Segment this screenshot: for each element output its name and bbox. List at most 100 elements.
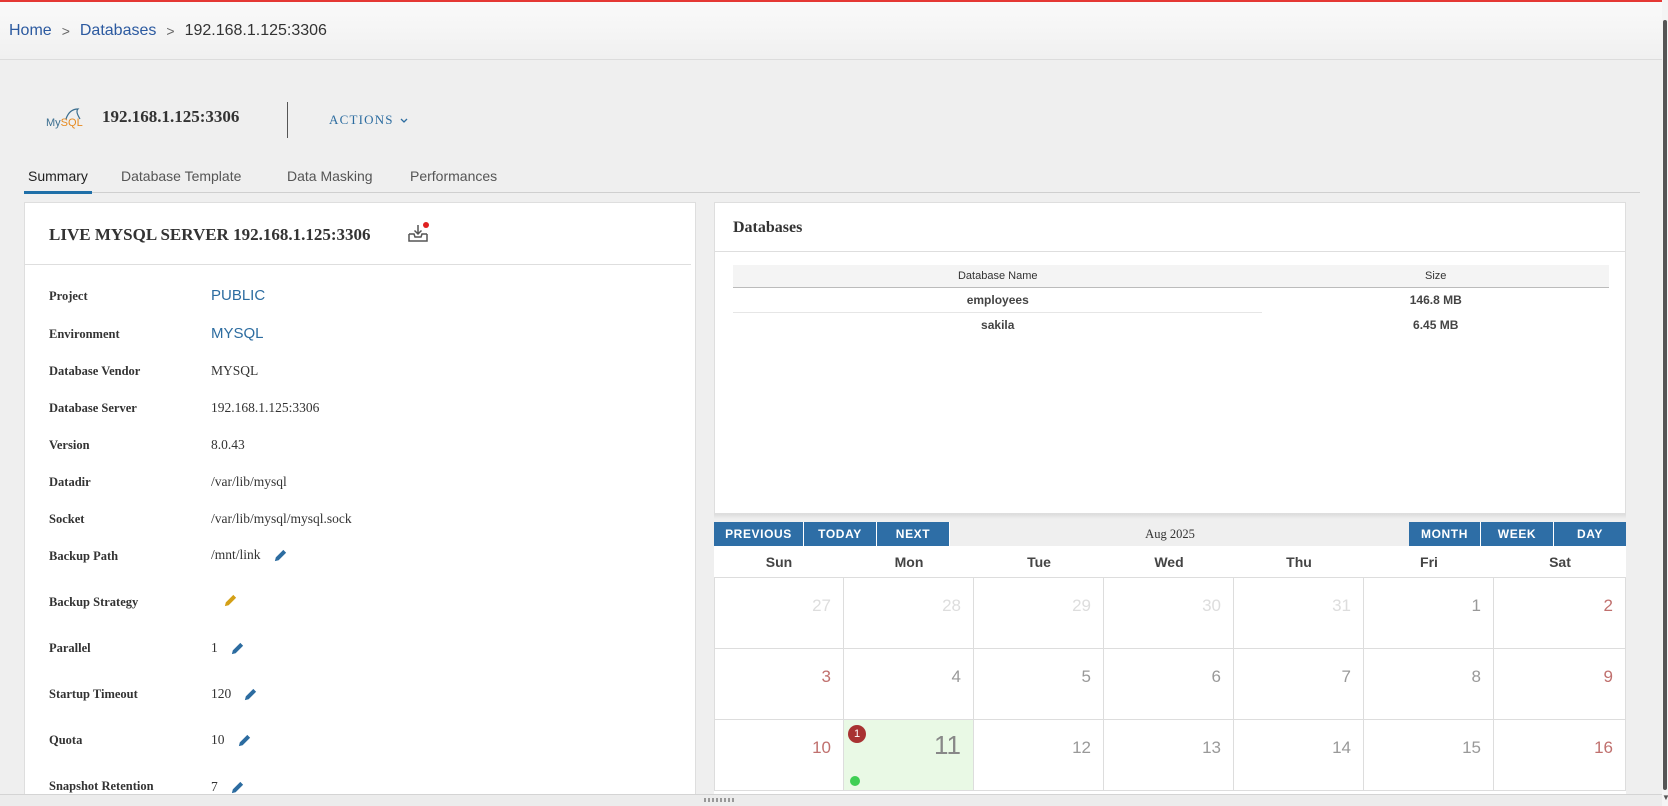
environment-link[interactable]: MYSQL xyxy=(211,325,264,342)
calendar-day-cell[interactable]: 2 xyxy=(1494,578,1626,649)
breadcrumb: Home > Databases > 192.168.1.125:3306 xyxy=(0,2,1662,60)
day-of-week-header: Sat xyxy=(1494,546,1626,578)
calendar-today-cell[interactable]: 1 11 xyxy=(844,720,974,791)
table-header-row: Database Name Size xyxy=(733,265,1609,288)
backup-path-value: /mnt/link xyxy=(211,547,261,562)
calendar-day-cell[interactable]: 31 xyxy=(1234,578,1364,649)
actions-label: ACTIONS xyxy=(329,112,394,127)
day-of-week-header: Fri xyxy=(1364,546,1494,578)
tab-summary[interactable]: Summary xyxy=(24,168,92,194)
quota-row: 10 xyxy=(211,732,252,748)
socket-label: Socket xyxy=(49,512,85,526)
snapshot-retention-value: 7 xyxy=(211,779,218,794)
server-title: 192.168.1.125:3306 xyxy=(102,107,240,126)
calendar-day-cell[interactable]: 12 xyxy=(974,720,1104,791)
breadcrumb-home-link[interactable]: Home xyxy=(9,22,52,40)
tab-data-masking[interactable]: Data Masking xyxy=(287,168,373,193)
calendar-day-button[interactable]: DAY xyxy=(1554,522,1626,546)
day-of-week-header: Wed xyxy=(1104,546,1234,578)
calendar-day-cell[interactable]: 7 xyxy=(1234,649,1364,720)
quota-value: 10 xyxy=(211,732,225,747)
column-header-size[interactable]: Size xyxy=(1262,265,1609,288)
calendar-day-cell[interactable]: 9 xyxy=(1494,649,1626,720)
database-name-cell: sakila xyxy=(981,317,1015,332)
download-tray-icon[interactable] xyxy=(406,221,430,245)
calendar-day-cell[interactable]: 3 xyxy=(714,649,844,720)
header-divider xyxy=(287,102,288,138)
calendar-day-cell[interactable]: 4 xyxy=(844,649,974,720)
databases-title: Databases xyxy=(733,219,803,236)
calendar-day-cell[interactable]: 30 xyxy=(1104,578,1234,649)
tab-bar: Summary Database Template Data Masking P… xyxy=(24,160,1640,194)
calendar-week-button[interactable]: WEEK xyxy=(1481,522,1554,546)
datadir-label: Datadir xyxy=(49,475,91,489)
environment-label: Environment xyxy=(49,327,120,341)
calendar-day-cell[interactable]: 14 xyxy=(1234,720,1364,791)
vendor-label: Database Vendor xyxy=(49,364,141,378)
calendar-day-cell[interactable]: 27 xyxy=(714,578,844,649)
vendor-value: MYSQL xyxy=(211,363,259,378)
snapshot-retention-row: 7 xyxy=(211,779,245,795)
calendar-day-cell[interactable]: 16 xyxy=(1494,720,1626,791)
calendar-day-cell[interactable]: 13 xyxy=(1104,720,1234,791)
server-label: Database Server xyxy=(49,401,137,415)
snapshot-retention-label: Snapshot Retention xyxy=(49,779,154,793)
version-value: 8.0.43 xyxy=(211,437,245,452)
server-header: MySQL 192.168.1.125:3306 ACTIONS xyxy=(0,60,1662,170)
table-row[interactable]: employees 146.8 MB xyxy=(733,287,1609,313)
vertical-scrollbar[interactable]: ▼ xyxy=(1662,0,1668,806)
startup-timeout-label: Startup Timeout xyxy=(49,687,138,701)
day-of-week-header: Thu xyxy=(1234,546,1364,578)
server-value: 192.168.1.125:3306 xyxy=(211,400,320,415)
calendar-day-cell[interactable]: 10 xyxy=(714,720,844,791)
parallel-label: Parallel xyxy=(49,641,91,655)
pencil-icon[interactable] xyxy=(230,780,245,795)
datadir-value: /var/lib/mysql xyxy=(211,474,287,489)
calendar-month-button[interactable]: MONTH xyxy=(1409,522,1481,546)
table-row[interactable]: sakila 6.45 MB xyxy=(733,312,1609,337)
mysql-logo: MySQL xyxy=(46,107,84,133)
event-count-badge[interactable]: 1 xyxy=(848,725,866,743)
calendar-day-cell[interactable]: 15 xyxy=(1364,720,1494,791)
resize-grip-icon[interactable] xyxy=(704,798,736,802)
resize-handle[interactable] xyxy=(0,794,1662,806)
dolphin-icon xyxy=(65,108,81,120)
breadcrumb-databases-link[interactable]: Databases xyxy=(80,22,157,40)
calendar-day-cell[interactable]: 5 xyxy=(974,649,1104,720)
actions-dropdown[interactable]: ACTIONS xyxy=(329,112,408,128)
calendar-grid: Sun Mon Tue Wed Thu Fri Sat 27 28 29 30 … xyxy=(714,546,1626,806)
breadcrumb-separator: > xyxy=(61,22,70,39)
calendar-day-cell[interactable]: 28 xyxy=(844,578,974,649)
column-header-name[interactable]: Database Name xyxy=(733,265,1263,288)
pencil-icon[interactable] xyxy=(230,641,245,656)
chevron-down-icon xyxy=(400,118,408,123)
backup-strategy-label: Backup Strategy xyxy=(49,595,139,609)
event-dot[interactable] xyxy=(850,776,860,786)
breadcrumb-separator: > xyxy=(166,22,175,39)
panel-shadow xyxy=(714,514,1626,519)
tab-database-template[interactable]: Database Template xyxy=(121,168,241,193)
parallel-row: 1 xyxy=(211,640,245,656)
day-of-week-header: Sun xyxy=(714,546,844,578)
database-name-cell: employees xyxy=(733,287,1263,313)
backup-path-label: Backup Path xyxy=(49,549,119,563)
tab-performances[interactable]: Performances xyxy=(410,168,497,193)
database-size-cell: 6.45 MB xyxy=(1413,317,1459,332)
calendar-day-cell[interactable]: 1 xyxy=(1364,578,1494,649)
day-of-week-header: Mon xyxy=(844,546,974,578)
pencil-icon[interactable] xyxy=(223,593,238,608)
pencil-icon[interactable] xyxy=(243,687,258,702)
scrollbar-thumb[interactable] xyxy=(1663,20,1667,790)
project-link[interactable]: PUBLIC xyxy=(211,287,265,304)
calendar-day-cell[interactable]: 8 xyxy=(1364,649,1494,720)
calendar-day-cell[interactable]: 29 xyxy=(974,578,1104,649)
database-size-cell: 146.8 MB xyxy=(1409,292,1462,307)
pencil-icon[interactable] xyxy=(237,733,252,748)
databases-divider xyxy=(715,251,1625,252)
scroll-down-arrow-icon[interactable]: ▼ xyxy=(1662,793,1668,802)
pencil-icon[interactable] xyxy=(273,548,288,563)
socket-value: /var/lib/mysql/mysql.sock xyxy=(211,511,352,526)
calendar: PREVIOUS TODAY NEXT Aug 2025 MONTH WEEK … xyxy=(714,522,1626,806)
summary-title: LIVE MYSQL SERVER 192.168.1.125:3306 xyxy=(49,225,371,244)
calendar-day-cell[interactable]: 6 xyxy=(1104,649,1234,720)
